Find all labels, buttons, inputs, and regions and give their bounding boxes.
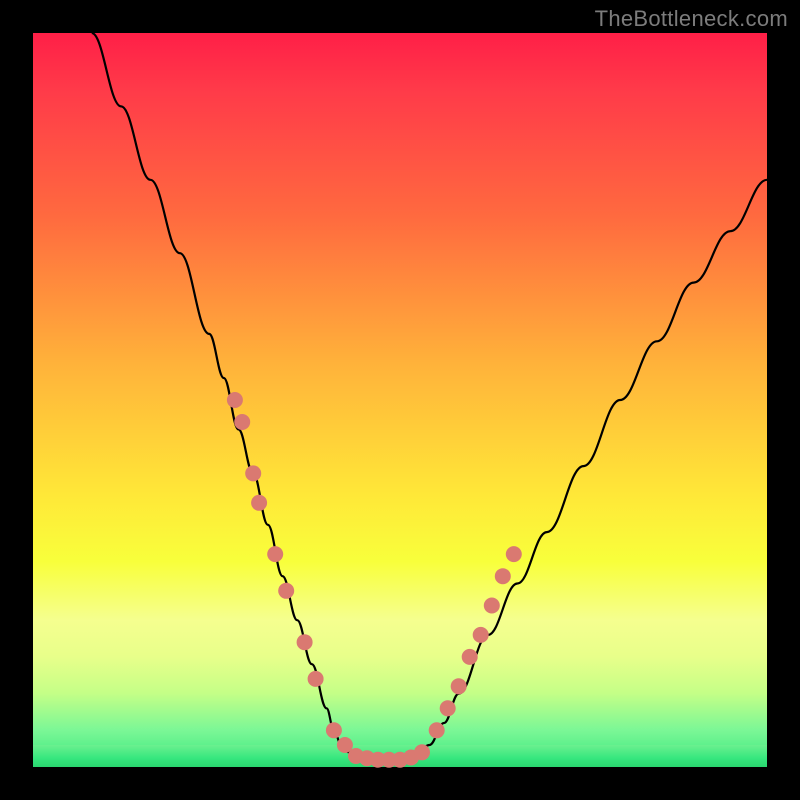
marker-dot [227, 392, 243, 408]
marker-dot [326, 722, 342, 738]
marker-dot [234, 414, 250, 430]
marker-dot [506, 546, 522, 562]
marker-dot [308, 671, 324, 687]
marker-dot [278, 583, 294, 599]
marker-dot [451, 678, 467, 694]
marker-dot [473, 627, 489, 643]
marker-dot [297, 634, 313, 650]
plot-area [33, 33, 767, 767]
marker-dot [245, 465, 261, 481]
marker-dot [440, 700, 456, 716]
bottleneck-curve [92, 33, 767, 760]
watermark-text: TheBottleneck.com [595, 6, 788, 32]
marker-dots [227, 392, 522, 768]
chart-frame: TheBottleneck.com [0, 0, 800, 800]
marker-dot [484, 598, 500, 614]
marker-dot [462, 649, 478, 665]
marker-dot [495, 568, 511, 584]
marker-dot [429, 722, 445, 738]
chart-svg [33, 33, 767, 767]
marker-dot [414, 744, 430, 760]
marker-dot [251, 495, 267, 511]
marker-dot [267, 546, 283, 562]
